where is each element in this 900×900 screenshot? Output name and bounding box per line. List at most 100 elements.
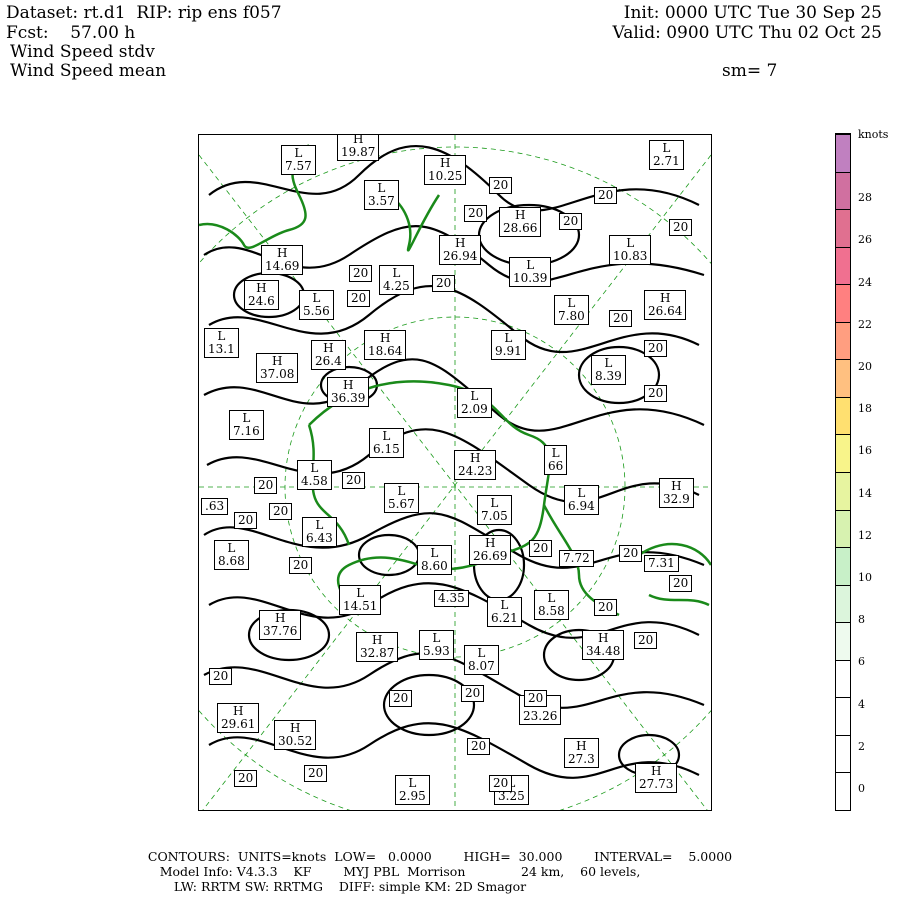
legend-tick-label: 6 [858,655,865,669]
legend-band [836,434,850,472]
low-label: L 66 [544,445,568,475]
high-label: H 37.08 [256,353,299,383]
high-label: H 32.87 [356,632,399,662]
legend-tick-label: 2 [858,739,865,753]
high-label: H 28.66 [499,207,542,237]
high-label: H 19.87 [337,135,380,161]
high-label: H 27.73 [635,763,678,793]
dataset-line: Dataset: rt.d1 RIP: rip ens f057 [6,3,282,23]
low-label: L 5.56 [299,290,334,320]
legend-band [836,584,850,623]
contour-value-label: 20 [559,213,583,230]
field-mean: Wind Speed mean [10,61,167,81]
low-label: L 8.07 [464,645,499,675]
high-label: H 29.61 [217,703,260,733]
legend-tick-label: 22 [858,317,872,331]
low-label: L 6.21 [487,597,522,627]
contour-value-label: 20 [349,265,373,282]
high-label: H 24.6 [244,280,279,310]
contour-value-label: 7.31 [644,555,679,572]
low-label: L 7.57 [281,145,316,175]
high-label: H 27.3 [564,738,599,768]
contour-value-label: 20 [619,545,643,562]
contour-value-label: 20 [432,275,456,292]
contour-value-label: 20 [644,340,668,357]
contour-value-label: 20 [467,738,491,755]
legend-band [836,359,850,397]
low-label: L 10.39 [509,257,552,287]
low-label: L 4.58 [297,460,332,490]
high-label: H 26.69 [469,535,512,565]
legend-unit: knots [858,128,889,141]
low-label: L 2.71 [649,140,684,170]
legend-tick-label: 8 [858,613,865,627]
legend-band [836,547,850,585]
contour-value-label: 20 [489,775,513,792]
forecast-line: Fcst: 57.00 h [6,23,136,43]
legend-band [836,734,850,773]
contour-value-label: 20 [269,503,293,520]
footer-contours: CONTOURS: UNITS=knots LOW= 0.0000 HIGH= … [147,849,733,864]
low-label: L 2.09 [457,388,492,418]
color-legend [835,133,851,811]
low-label: L 8.60 [417,545,452,575]
legend-band [836,209,850,247]
field-stdv: Wind Speed stdv [10,42,155,62]
legend-band [836,772,850,810]
contour-value-label: 20 [209,668,233,685]
high-label: H 26.64 [644,290,687,320]
legend-band [836,622,850,660]
low-label: L 8.68 [214,540,249,570]
contour-value-label: 20 [342,472,366,489]
contour-value-label: 4.35 [434,590,469,607]
contour-value-label: 20 [234,512,258,529]
contour-value-label: 20 [347,290,371,307]
footer-physics: LW: RRTM SW: RRTMG DIFF: simple KM: 2D S… [173,879,527,894]
legend-band [836,659,850,698]
high-label: H 26.4 [311,340,346,370]
legend-band [836,284,850,322]
init-time: Init: 0000 UTC Tue 30 Sep 25 [623,3,882,23]
low-label: L 10.83 [609,235,652,265]
low-label: L 7.05 [477,495,512,525]
legend-tick-label: 26 [858,233,872,247]
high-label: H 30.52 [274,720,317,750]
legend-tick-label: 16 [858,444,872,458]
low-label: L 8.58 [534,590,569,620]
legend-tick-label: 24 [858,275,872,289]
legend-band [836,697,850,735]
contour-value-label: 20 [669,219,693,236]
contour-value-label: 20 [524,690,548,707]
footer-model-info: Model Info: V4.3.3 KF MYJ PBL Morrison 2… [159,864,641,879]
legend-tick-label: 12 [858,528,872,542]
legend-tick-label: 18 [858,402,872,416]
low-label: L 14.51 [339,585,382,615]
legend-tick-label: 14 [858,486,872,500]
low-label: L 5.67 [384,483,419,513]
low-label: L 2.95 [395,775,430,805]
high-label: H 34.48 [582,630,625,660]
contour-value-label: 7.72 [559,550,594,567]
contour-value-label: 20 [289,557,313,574]
low-label: L 7.16 [229,410,264,440]
contour-value-label: 20 [634,632,658,649]
contour-value-label: 20 [389,690,413,707]
low-label: L 13.1 [204,328,239,358]
contour-value-label: 20 [304,765,328,782]
low-label: L 6.94 [564,485,599,515]
high-label: H 10.25 [424,155,467,185]
legend-band [836,171,850,210]
contour-value-label: 20 [594,187,618,204]
legend-band [836,509,850,548]
low-label: L 8.39 [591,355,626,385]
low-label: L 6.43 [302,517,337,547]
contour-value-label: .63 [201,498,229,515]
contour-value-label: 20 [594,599,618,616]
contour-value-label: 20 [609,310,633,327]
contour-value-label: 20 [644,385,668,402]
legend-band [836,134,850,172]
low-label: L 6.15 [369,428,404,458]
high-label: H 32.9 [659,478,694,508]
low-label: L 7.80 [554,295,589,325]
contour-map: L 7.57 H 19.87 H 10.25 L 2.71 L 3.57 20 20 H 28… [198,134,712,811]
